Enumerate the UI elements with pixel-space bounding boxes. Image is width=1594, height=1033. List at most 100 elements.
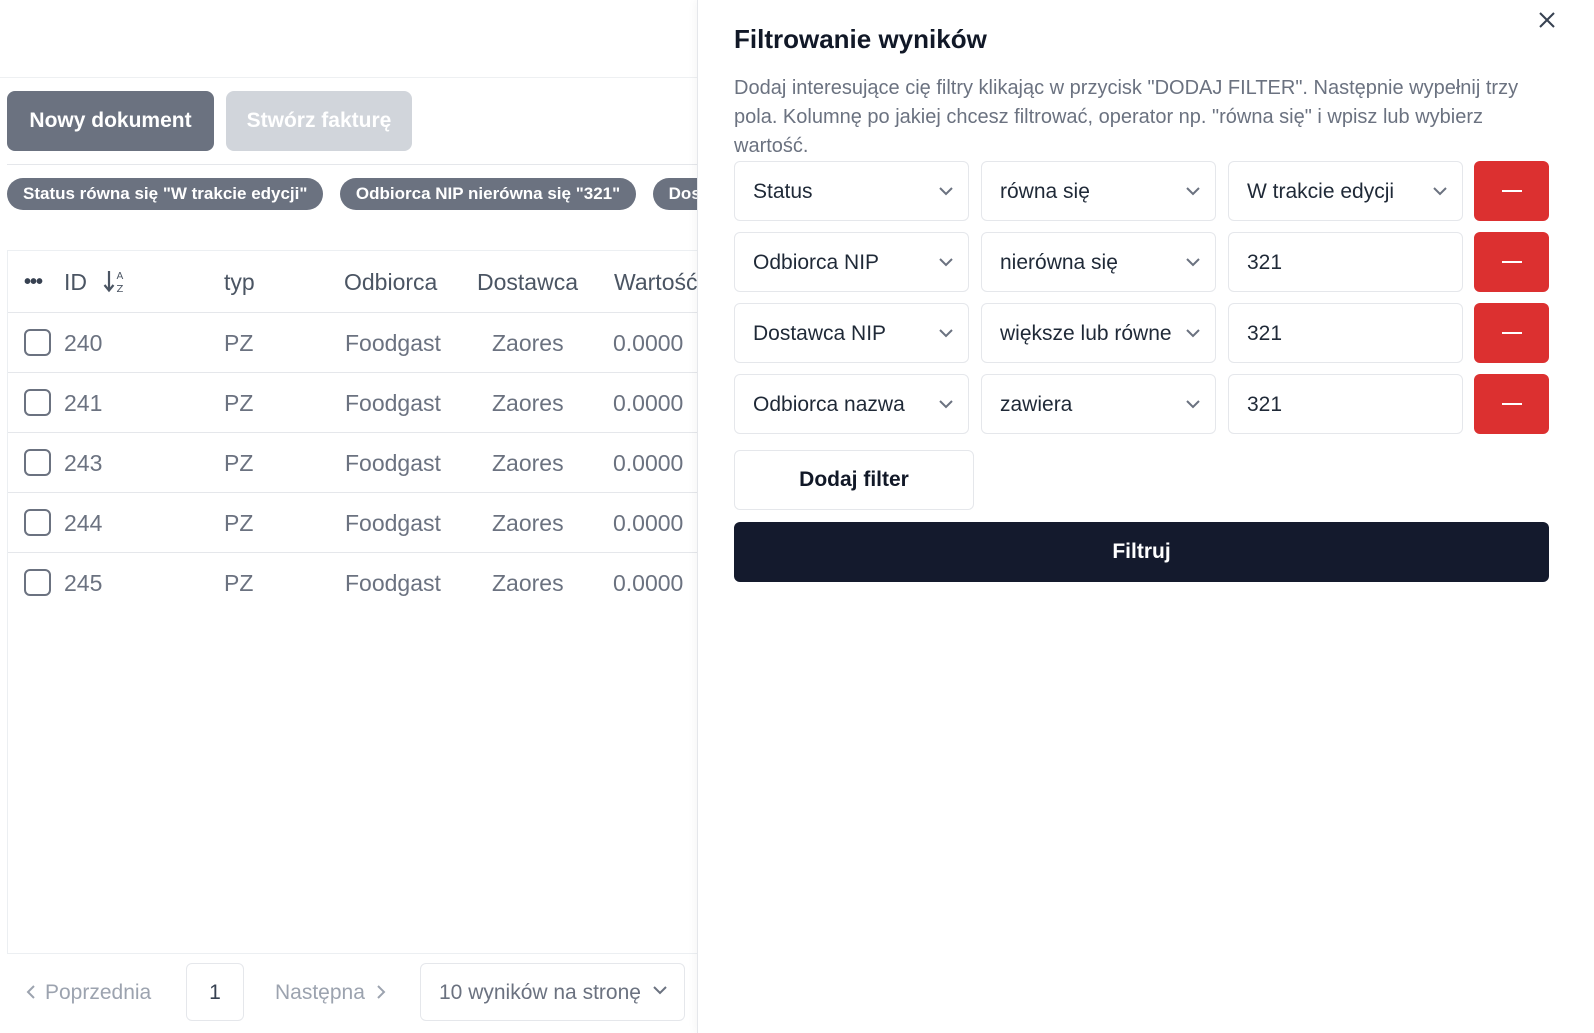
minus-icon xyxy=(1502,190,1522,192)
chevron-down-icon xyxy=(1186,187,1200,196)
column-select[interactable]: Odbiorca nazwa xyxy=(734,374,969,434)
filter-chip[interactable]: Odbiorca NIP nierówna się "321" xyxy=(339,178,637,210)
toolbar: Nowy dokument Stwórz fakturę xyxy=(7,91,412,151)
documents-page: Nowy dokument Stwórz fakturę Status równ… xyxy=(0,0,710,1033)
value-input[interactable]: 321 xyxy=(1228,374,1463,434)
cell-id: 241 xyxy=(64,390,103,416)
documents-table: ••• ID A Z typ Odbiorca Dostawca Wartość… xyxy=(7,250,710,954)
cell-id: 240 xyxy=(64,330,103,356)
cell-id: 244 xyxy=(64,510,103,536)
filter-drawer: Filtrowanie wyników Dodaj interesujące c… xyxy=(697,0,1594,1033)
cell-dostawca: Zaores xyxy=(492,330,564,356)
value-select[interactable]: W trakcie edycji xyxy=(1228,161,1463,221)
column-select-value: Odbiorca NIP xyxy=(753,251,880,274)
cell-typ: PZ xyxy=(224,570,254,596)
top-bar xyxy=(0,0,710,78)
next-page-button[interactable]: Następna xyxy=(275,969,387,1017)
previous-page-button[interactable]: Poprzednia xyxy=(25,969,151,1017)
filter-row: Dostawca NIP większe lub równe 321 xyxy=(734,303,1549,363)
operator-select[interactable]: zawiera xyxy=(981,374,1216,434)
chevron-down-icon xyxy=(653,986,667,995)
apply-filter-button[interactable]: Filtruj xyxy=(734,522,1549,582)
column-select[interactable]: Odbiorca NIP xyxy=(734,232,969,292)
operator-select[interactable]: równa się xyxy=(981,161,1216,221)
value-select-value: W trakcie edycji xyxy=(1247,180,1395,203)
column-menu-icon[interactable]: ••• xyxy=(24,271,43,294)
filter-row: Odbiorca NIP nierówna się 321 xyxy=(734,232,1549,292)
create-invoice-button[interactable]: Stwórz fakturę xyxy=(226,91,412,151)
svg-text:A: A xyxy=(117,271,124,282)
table-header: ••• ID A Z typ Odbiorca Dostawca Wartość xyxy=(8,251,710,313)
column-header-typ[interactable]: typ xyxy=(224,251,255,313)
column-select[interactable]: Dostawca NIP xyxy=(734,303,969,363)
chevron-down-icon xyxy=(939,258,953,267)
row-checkbox[interactable] xyxy=(24,449,51,476)
chevron-right-icon xyxy=(377,985,386,999)
cell-dostawca: Zaores xyxy=(492,390,564,416)
remove-filter-button[interactable] xyxy=(1474,232,1549,292)
chevron-down-icon xyxy=(1186,400,1200,409)
cell-dostawca: Zaores xyxy=(492,570,564,596)
cell-wartosc: 0.0000 xyxy=(613,570,684,596)
chevron-down-icon xyxy=(939,400,953,409)
cell-dostawca: Zaores xyxy=(492,510,564,536)
operator-select[interactable]: nierówna się xyxy=(981,232,1216,292)
page-number[interactable]: 1 xyxy=(186,963,244,1021)
operator-select[interactable]: większe lub równe xyxy=(981,303,1216,363)
value-input[interactable]: 321 xyxy=(1228,303,1463,363)
cell-wartosc: 0.0000 xyxy=(613,330,684,356)
table-row[interactable]: 245 PZ Foodgast Zaores 0.0000 xyxy=(8,553,710,613)
filter-row: Status równa się W trakcie edycji xyxy=(734,161,1549,221)
cell-dostawca: Zaores xyxy=(492,450,564,476)
operator-select-value: równa się xyxy=(1000,180,1090,203)
remove-filter-button[interactable] xyxy=(1474,374,1549,434)
drawer-title: Filtrowanie wyników xyxy=(734,24,987,54)
minus-icon xyxy=(1502,261,1522,263)
column-select-value: Odbiorca nazwa xyxy=(753,393,905,416)
cell-wartosc: 0.0000 xyxy=(613,450,684,476)
page-size-value: 10 wyników na stronę xyxy=(439,981,641,1004)
next-page-label: Następna xyxy=(275,981,365,1004)
cell-typ: PZ xyxy=(224,450,254,476)
cell-id: 243 xyxy=(64,450,103,476)
filter-chip[interactable]: Status równa się "W trakcie edycji" xyxy=(7,178,324,210)
cell-typ: PZ xyxy=(224,330,254,356)
row-checkbox[interactable] xyxy=(24,509,51,536)
chevron-down-icon xyxy=(1186,329,1200,338)
column-header-odbiorca[interactable]: Odbiorca xyxy=(344,251,437,313)
table-row[interactable]: 241 PZ Foodgast Zaores 0.0000 xyxy=(8,373,710,433)
column-select[interactable]: Status xyxy=(734,161,969,221)
divider xyxy=(7,164,710,165)
cell-odbiorca: Foodgast xyxy=(345,510,441,536)
add-filter-button[interactable]: Dodaj filter xyxy=(734,450,974,510)
table-row[interactable]: 244 PZ Foodgast Zaores 0.0000 xyxy=(8,493,710,553)
value-input[interactable]: 321 xyxy=(1228,232,1463,292)
cell-id: 245 xyxy=(64,570,103,596)
cell-typ: PZ xyxy=(224,390,254,416)
column-header-dostawca[interactable]: Dostawca xyxy=(477,251,578,313)
page-size-select[interactable]: 10 wyników na stronę xyxy=(420,963,685,1021)
table-row[interactable]: 240 PZ Foodgast Zaores 0.0000 xyxy=(8,313,710,373)
cell-wartosc: 0.0000 xyxy=(613,390,684,416)
chevron-left-icon xyxy=(26,985,35,999)
column-select-value: Dostawca NIP xyxy=(753,322,887,345)
table-row[interactable]: 243 PZ Foodgast Zaores 0.0000 xyxy=(8,433,710,493)
row-checkbox[interactable] xyxy=(24,569,51,596)
row-checkbox[interactable] xyxy=(24,389,51,416)
pagination: Poprzednia 1 Następna 10 wyników na stro… xyxy=(7,955,710,1033)
cell-odbiorca: Foodgast xyxy=(345,450,441,476)
row-checkbox[interactable] xyxy=(24,329,51,356)
drawer-description: Dodaj interesujące cię filtry klikając w… xyxy=(734,77,1519,157)
close-icon[interactable] xyxy=(1538,11,1556,29)
sort-az-icon[interactable]: A Z xyxy=(103,265,129,297)
remove-filter-button[interactable] xyxy=(1474,303,1549,363)
chevron-down-icon xyxy=(939,187,953,196)
new-document-button[interactable]: Nowy dokument xyxy=(7,91,214,151)
minus-icon xyxy=(1502,332,1522,334)
column-header-id[interactable]: ID xyxy=(64,251,87,313)
remove-filter-button[interactable] xyxy=(1474,161,1549,221)
chevron-down-icon xyxy=(1433,187,1447,196)
cell-odbiorca: Foodgast xyxy=(345,330,441,356)
column-header-wartosc[interactable]: Wartość xyxy=(614,251,698,313)
chevron-down-icon xyxy=(1186,258,1200,267)
